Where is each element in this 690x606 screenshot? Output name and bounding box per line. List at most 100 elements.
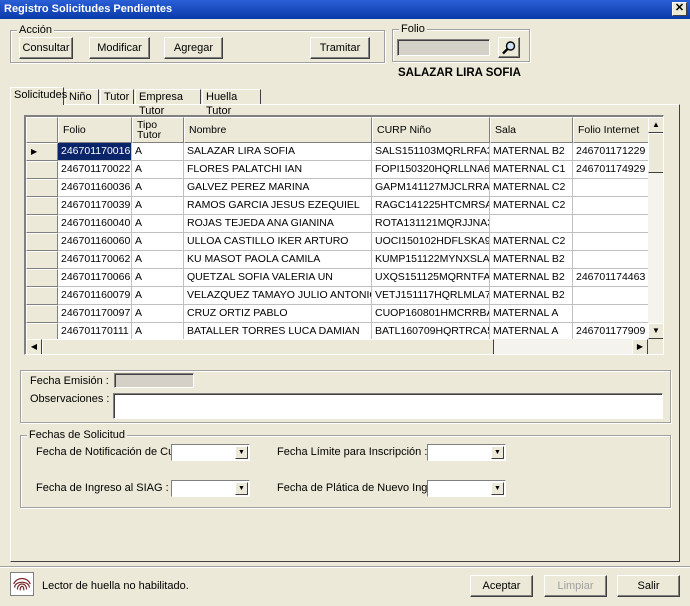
nombre-cell[interactable]: ROJAS TEJEDA ANA GIANINA (184, 215, 372, 233)
sala-cell[interactable] (490, 215, 573, 233)
limpiar-button[interactable]: Limpiar (544, 575, 607, 597)
tipo-tutor-cell[interactable]: A (132, 287, 184, 305)
folio-internet-cell[interactable]: 246701171229 (573, 143, 648, 161)
table-row[interactable]: ▶ 246701170016 A SALAZAR LIRA SOFIA SALS1511… (26, 143, 648, 161)
curp-cell[interactable]: KUMP151122MYNXSLA3 (372, 251, 490, 269)
sala-cell[interactable]: MATERNAL B2 (490, 287, 573, 305)
sala-cell[interactable]: MATERNAL C2 (490, 197, 573, 215)
consultar-button[interactable]: Consultar (19, 37, 73, 59)
nombre-cell[interactable]: KU MASOT PAOLA CAMILA (184, 251, 372, 269)
folio-cell[interactable]: 246701160040 (58, 215, 132, 233)
tramitar-button[interactable]: Tramitar (310, 37, 370, 59)
sala-cell[interactable]: MATERNAL B2 (490, 269, 573, 287)
table-row[interactable]: 246701160036 A GALVEZ PEREZ MARINA GAPM1411… (26, 179, 648, 197)
table-row[interactable]: 246701170062 A KU MASOT PAOLA CAMILA KUMP15… (26, 251, 648, 269)
curp-cell[interactable]: UXQS151125MQRNTFA7 (372, 269, 490, 287)
row-selector[interactable] (26, 179, 58, 197)
folio-internet-cell[interactable] (573, 179, 648, 197)
row-selector[interactable] (26, 305, 58, 323)
row-selector[interactable] (26, 323, 58, 339)
scroll-down-button[interactable]: ▼ (648, 323, 663, 339)
sala-cell[interactable]: MATERNAL C1 (490, 161, 573, 179)
curp-cell[interactable]: CUOP160801HMCRRBA1 (372, 305, 490, 323)
tipo-tutor-cell[interactable]: A (132, 161, 184, 179)
table-row[interactable]: 246701170022 A FLORES PALATCHI IAN FOPI1503… (26, 161, 648, 179)
folio-cell[interactable]: 246701170111 (58, 323, 132, 339)
salir-button[interactable]: Salir (617, 575, 680, 597)
agregar-button[interactable]: Agregar (164, 37, 223, 59)
sala-cell[interactable]: MATERNAL B2 (490, 251, 573, 269)
column-header-folio[interactable]: Folio (58, 117, 132, 143)
nombre-cell[interactable]: QUETZAL SOFIA VALERIA UN (184, 269, 372, 287)
tab-nino[interactable]: Niño (65, 89, 99, 105)
folio-internet-cell[interactable]: 246701174929 (573, 161, 648, 179)
chevron-down-icon[interactable]: ▼ (235, 446, 248, 459)
sala-cell[interactable]: MATERNAL A (490, 305, 573, 323)
table-row[interactable]: 246701160079 A VELAZQUEZ TAMAYO JULIO ANTO… (26, 287, 648, 305)
nombre-cell[interactable]: BATALLER TORRES LUCA DAMIAN (184, 323, 372, 339)
chevron-down-icon[interactable]: ▼ (235, 482, 248, 495)
tab-tutor[interactable]: Tutor (100, 89, 134, 105)
folio-internet-cell[interactable] (573, 287, 648, 305)
nombre-cell[interactable]: ULLOA CASTILLO IKER ARTURO (184, 233, 372, 251)
solicitudes-grid[interactable]: Folio Tipo Tutor Nombre CURP Niño Sala F… (24, 115, 664, 355)
sala-cell[interactable]: MATERNAL A (490, 323, 573, 339)
curp-cell[interactable]: UOCI150102HDFLSKA9 (372, 233, 490, 251)
folio-internet-cell[interactable] (573, 251, 648, 269)
curp-cell[interactable]: ROTA131121MQRJJNA3 (372, 215, 490, 233)
tipo-tutor-cell[interactable]: A (132, 305, 184, 323)
curp-cell[interactable]: FOPI150320HQRLLNA6 (372, 161, 490, 179)
row-selector[interactable] (26, 233, 58, 251)
row-selector[interactable] (26, 287, 58, 305)
ingreso-date-picker[interactable]: ▼ (171, 480, 250, 497)
folio-internet-cell[interactable] (573, 233, 648, 251)
tipo-tutor-cell[interactable]: A (132, 197, 184, 215)
tab-huella-tutor[interactable]: Huella Tutor (202, 89, 261, 117)
folio-internet-cell[interactable] (573, 215, 648, 233)
scroll-thumb[interactable] (648, 133, 663, 173)
scroll-left-button[interactable]: ◀ (26, 339, 42, 354)
table-row[interactable]: 246701160060 A ULLOA CASTILLO IKER ARTURO U… (26, 233, 648, 251)
row-selector[interactable] (26, 269, 58, 287)
chevron-down-icon[interactable]: ▼ (491, 482, 504, 495)
grid-horizontal-scrollbar[interactable]: ◀ ▶ (26, 339, 648, 354)
scroll-up-button[interactable]: ▲ (648, 117, 663, 133)
sala-cell[interactable]: MATERNAL C2 (490, 233, 573, 251)
row-selector[interactable] (26, 215, 58, 233)
row-selector[interactable] (26, 161, 58, 179)
folio-cell[interactable]: 246701170097 (58, 305, 132, 323)
close-button[interactable]: ✕ (672, 2, 687, 16)
grid-vertical-scrollbar[interactable]: ▲ ▼ (648, 117, 663, 339)
row-selector[interactable] (26, 197, 58, 215)
folio-cell[interactable]: 246701160036 (58, 179, 132, 197)
folio-internet-cell[interactable] (573, 305, 648, 323)
tipo-tutor-cell[interactable]: A (132, 269, 184, 287)
folio-internet-cell[interactable]: 246701174463 (573, 269, 648, 287)
nombre-cell[interactable]: VELAZQUEZ TAMAYO JULIO ANTONIO (184, 287, 372, 305)
curp-cell[interactable]: SALS151103MQRLRFA3 (372, 143, 490, 161)
curp-cell[interactable]: BATL160709HQRTRCA5 (372, 323, 490, 339)
hscroll-thumb[interactable] (42, 339, 494, 354)
sala-cell[interactable]: MATERNAL C2 (490, 179, 573, 197)
modificar-button[interactable]: Modificar (89, 37, 150, 59)
column-header-curp[interactable]: CURP Niño (372, 117, 490, 143)
sala-cell[interactable]: MATERNAL B2 (490, 143, 573, 161)
nombre-cell[interactable]: GALVEZ PEREZ MARINA (184, 179, 372, 197)
tab-solicitudes[interactable]: Solicitudes (10, 87, 67, 105)
observaciones-textarea[interactable] (113, 393, 663, 419)
scroll-right-button[interactable]: ▶ (632, 339, 648, 354)
tipo-tutor-cell[interactable]: A (132, 143, 184, 161)
tipo-tutor-cell[interactable]: A (132, 179, 184, 197)
nombre-cell[interactable]: FLORES PALATCHI IAN (184, 161, 372, 179)
nombre-cell[interactable]: RAMOS GARCIA JESUS EZEQUIEL (184, 197, 372, 215)
folio-internet-cell[interactable] (573, 197, 648, 215)
folio-cell[interactable]: 246701170039 (58, 197, 132, 215)
folio-cell[interactable]: 246701170066 (58, 269, 132, 287)
tipo-tutor-cell[interactable]: A (132, 233, 184, 251)
notificacion-date-picker[interactable]: ▼ (171, 444, 250, 461)
table-row[interactable]: 246701170066 A QUETZAL SOFIA VALERIA UN UXQ… (26, 269, 648, 287)
folio-cell[interactable]: 246701160079 (58, 287, 132, 305)
nombre-cell[interactable]: SALAZAR LIRA SOFIA (184, 143, 372, 161)
aceptar-button[interactable]: Aceptar (470, 575, 533, 597)
column-header-folio-internet[interactable]: Folio Internet (573, 117, 648, 143)
